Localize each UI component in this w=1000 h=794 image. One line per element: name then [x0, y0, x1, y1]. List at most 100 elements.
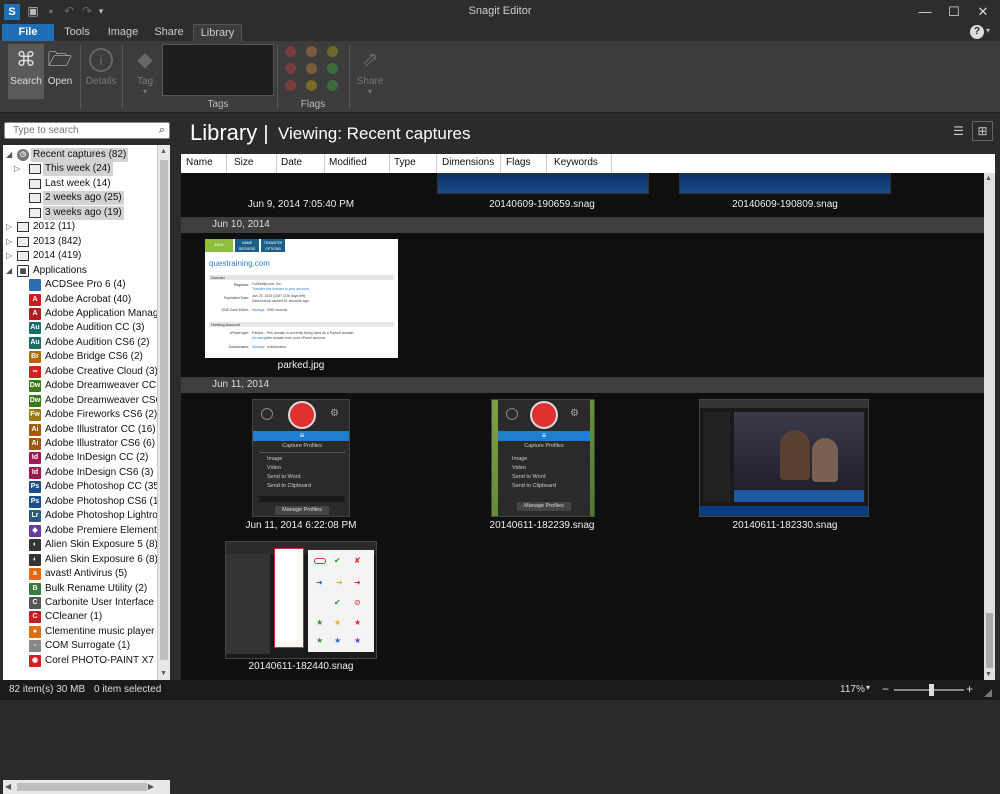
flag-red-icon[interactable] — [285, 80, 296, 91]
thumbnail-20140609-190809[interactable] — [679, 173, 891, 194]
flag-heart-icon[interactable] — [285, 63, 296, 74]
flag-check-icon[interactable] — [327, 63, 338, 74]
zoom-dropdown-icon[interactable]: ▾ — [866, 683, 870, 692]
resize-grip-icon[interactable] — [984, 689, 992, 697]
tree-node[interactable]: C CCleaner (1) — [3, 610, 157, 624]
tree-node[interactable]: ◆ Adobe Premiere Elements 11 — [3, 524, 157, 538]
tree-horizontal-scrollbar[interactable]: ◀ ▶ — [3, 780, 170, 794]
tree-node[interactable]: ● Clementine music player (1) — [3, 625, 157, 639]
flag-green-icon[interactable] — [327, 80, 338, 91]
tree-node[interactable]: ∞ Adobe Creative Cloud (3) — [3, 365, 157, 379]
tree-node[interactable]: ◐ Alien Skin Exposure 5 (8) — [3, 538, 157, 552]
tree-node[interactable]: Au Adobe Audition CC (3) — [3, 321, 157, 335]
column-flags[interactable]: Flags — [506, 157, 530, 168]
tab-file[interactable]: File — [2, 24, 54, 41]
column-modified[interactable]: Modified — [329, 157, 367, 168]
zoom-in-icon[interactable]: + — [966, 682, 973, 696]
tree-node[interactable]: ▫ COM Surrogate (1) — [3, 639, 157, 653]
tree-node[interactable]: Lr Adobe Photoshop Lightroom — [3, 509, 157, 523]
tree-node[interactable]: Ps Adobe Photoshop CS6 (14) — [3, 495, 157, 509]
tree-node[interactable]: ▷ This week (24) — [3, 162, 157, 177]
scroll-up-icon[interactable]: ▲ — [160, 148, 167, 155]
tab-tools[interactable]: Tools — [57, 24, 97, 41]
flag-happy-icon[interactable] — [306, 46, 317, 57]
help-icon[interactable]: ? — [970, 25, 984, 39]
details-button[interactable]: i Details — [84, 44, 118, 99]
tree-node[interactable]: Br Adobe Bridge CS6 (2) — [3, 350, 157, 364]
column-type[interactable]: Type — [394, 157, 416, 168]
content-vertical-scrollbar[interactable]: ▲ ▼ — [984, 173, 995, 680]
thumbnail-view-icon[interactable]: ⊞ — [972, 121, 993, 141]
expand-arrow-icon[interactable]: ▷ — [6, 235, 14, 249]
hscroll-thumb[interactable] — [17, 783, 147, 791]
tree-node[interactable]: Dw Adobe Dreamweaver CS6 (1) — [3, 394, 157, 408]
tag-button[interactable]: ◆ Tag ▾ — [128, 44, 162, 99]
flag-important-icon[interactable] — [285, 46, 296, 57]
thumbnail-parked[interactable]: MAIN NAME SERVERS TRANSFER OPTIONS quest… — [205, 239, 398, 358]
search-button[interactable]: ⌘ Search — [8, 44, 44, 99]
thumbnail-capture-panel-2[interactable]: ⚙ ≡ Capture Profiles Image Video Send to… — [491, 399, 595, 517]
flag-star-icon[interactable] — [306, 80, 317, 91]
tab-image[interactable]: Image — [102, 24, 144, 41]
flag-lightbulb-icon[interactable] — [327, 46, 338, 57]
zoom-level[interactable]: 117% — [840, 684, 865, 695]
tree-node[interactable]: Ai Adobe Illustrator CS6 (6) — [3, 437, 157, 451]
content-scroll-thumb[interactable] — [986, 613, 993, 668]
tab-library[interactable]: Library — [193, 24, 242, 41]
scroll-thumb[interactable] — [160, 160, 168, 660]
tree-node[interactable]: Au Adobe Audition CS6 (2) — [3, 336, 157, 350]
tree-node[interactable]: ▷ 2012 (11) — [3, 220, 157, 234]
tree-node[interactable]: Id Adobe InDesign CC (2) — [3, 451, 157, 465]
column-dimensions[interactable]: Dimensions — [442, 157, 494, 168]
tree-node[interactable]: ◐ Alien Skin Exposure 6 (8) — [3, 553, 157, 567]
column-size[interactable]: Size — [234, 157, 253, 168]
tree-node[interactable]: ▷ 2013 (842) — [3, 235, 157, 249]
tags-box[interactable] — [162, 44, 274, 96]
tab-share[interactable]: Share — [148, 24, 190, 41]
thumbnail-20140611-182440[interactable]: ✔ ✘ ➜ ➜ ➜ ✔ ⊘ ★ ★ ★ ★ ★ ★ — [225, 541, 377, 659]
group-header-jun-10[interactable]: Jun 10, 2014 — [181, 217, 984, 233]
thumbnail-capture-panel-1[interactable]: ⚙ ≡ Capture Profiles Image Video Send to… — [252, 399, 350, 517]
tree-node[interactable]: Dw Adobe Dreamweaver CC (1) — [3, 379, 157, 393]
tree-node[interactable]: C Carbonite User Interface (8) — [3, 596, 157, 610]
zoom-out-icon[interactable]: − — [882, 682, 889, 696]
expand-arrow-icon[interactable]: ▷ — [6, 249, 14, 263]
minimize-button[interactable]: — — [911, 2, 939, 22]
open-button[interactable]: 🗁 Open — [44, 44, 76, 99]
thumbnail-20140611-182330[interactable] — [699, 399, 869, 517]
tree-node[interactable]: Fw Adobe Fireworks CS6 (2) — [3, 408, 157, 422]
tree-node[interactable]: Last week (14) — [3, 177, 157, 191]
tree-node[interactable]: ▷ 2014 (419) — [3, 249, 157, 263]
maximize-button[interactable]: ☐ — [940, 2, 968, 22]
library-tree[interactable]: ◢ ◷ Recent captures (82) ▷ This week (24) Las… — [3, 145, 157, 680]
scroll-up-icon[interactable]: ▲ — [985, 175, 992, 182]
search-icon[interactable]: ⌕ — [159, 124, 165, 137]
tree-node[interactable]: ◉ Corel PHOTO-PAINT X7 (6) — [3, 654, 157, 668]
flag-sad-icon[interactable] — [306, 63, 317, 74]
tree-node[interactable]: ACDSee Pro 6 (4) — [3, 278, 157, 292]
thumbnail-20140609-190659[interactable] — [437, 173, 649, 194]
column-name[interactable]: Name — [186, 157, 213, 168]
column-keywords[interactable]: Keywords — [554, 157, 598, 168]
share-button[interactable]: ⇗ Share ▾ — [352, 44, 388, 99]
tree-node[interactable]: ◢ ◷ Recent captures (82) — [3, 148, 157, 162]
collapse-arrow-icon[interactable]: ◢ — [6, 148, 14, 162]
scroll-left-icon[interactable]: ◀ — [5, 782, 11, 791]
details-view-icon[interactable]: ☰ — [948, 121, 969, 141]
group-header-jun-11[interactable]: Jun 11, 2014 — [181, 377, 984, 393]
scroll-right-icon[interactable]: ▶ — [148, 782, 154, 791]
scroll-down-icon[interactable]: ▼ — [160, 670, 167, 677]
help-dropdown-icon[interactable]: ▾ — [986, 26, 990, 35]
tree-vertical-scrollbar[interactable]: ▲ ▼ — [157, 145, 170, 680]
tree-node[interactable]: A Adobe Application Manager — [3, 307, 157, 321]
tree-node[interactable]: A Adobe Acrobat (40) — [3, 293, 157, 307]
tree-node[interactable]: 2 weeks ago (25) — [3, 191, 157, 206]
search-input[interactable] — [5, 123, 145, 138]
zoom-slider-thumb[interactable] — [929, 684, 934, 696]
tree-node[interactable]: B Bulk Rename Utility (2) — [3, 582, 157, 596]
expand-arrow-icon[interactable]: ▷ — [6, 220, 14, 234]
scroll-down-icon[interactable]: ▼ — [985, 671, 992, 678]
close-button[interactable]: ✕ — [969, 2, 997, 22]
tree-node[interactable]: Id Adobe InDesign CS6 (3) — [3, 466, 157, 480]
tree-node[interactable]: Ai Adobe Illustrator CC (16) — [3, 423, 157, 437]
